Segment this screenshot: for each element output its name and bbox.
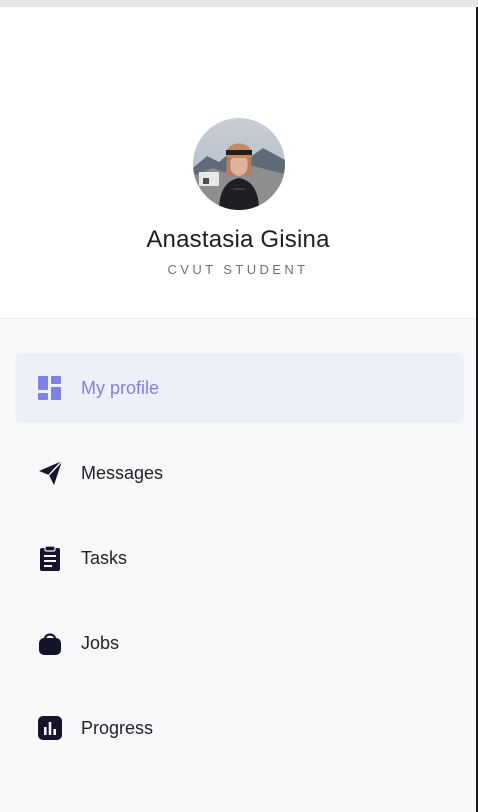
avatar[interactable]: [193, 118, 285, 210]
menu-item-label: My profile: [81, 378, 160, 398]
menu-item-messages[interactable]: Messages: [15, 438, 464, 508]
user-role: CVUT STUDENT: [167, 262, 309, 277]
sidebar-menu: My profile Messages Tasks Jobs Progress: [0, 319, 476, 812]
menu-item-label: Tasks: [81, 548, 128, 568]
window-top-strip: [0, 0, 478, 7]
menu-item-my-profile[interactable]: My profile: [15, 353, 464, 423]
avatar-photo: [193, 118, 285, 210]
menu-item-label: Jobs: [81, 633, 120, 653]
menu-item-jobs[interactable]: Jobs: [15, 608, 464, 678]
bag-icon: [37, 630, 63, 656]
user-name: Anastasia Gisina: [146, 226, 330, 253]
clipboard-icon: [37, 545, 63, 571]
menu-item-progress[interactable]: Progress: [15, 693, 464, 763]
send-icon: [37, 460, 63, 486]
menu-item-label: Messages: [81, 463, 164, 483]
menu-item-tasks[interactable]: Tasks: [15, 523, 464, 593]
dashboard-icon: [37, 375, 63, 401]
menu-item-label: Progress: [81, 718, 154, 738]
bar-chart-icon: [37, 715, 63, 741]
profile-header: Anastasia Gisina CVUT STUDENT: [0, 7, 476, 318]
